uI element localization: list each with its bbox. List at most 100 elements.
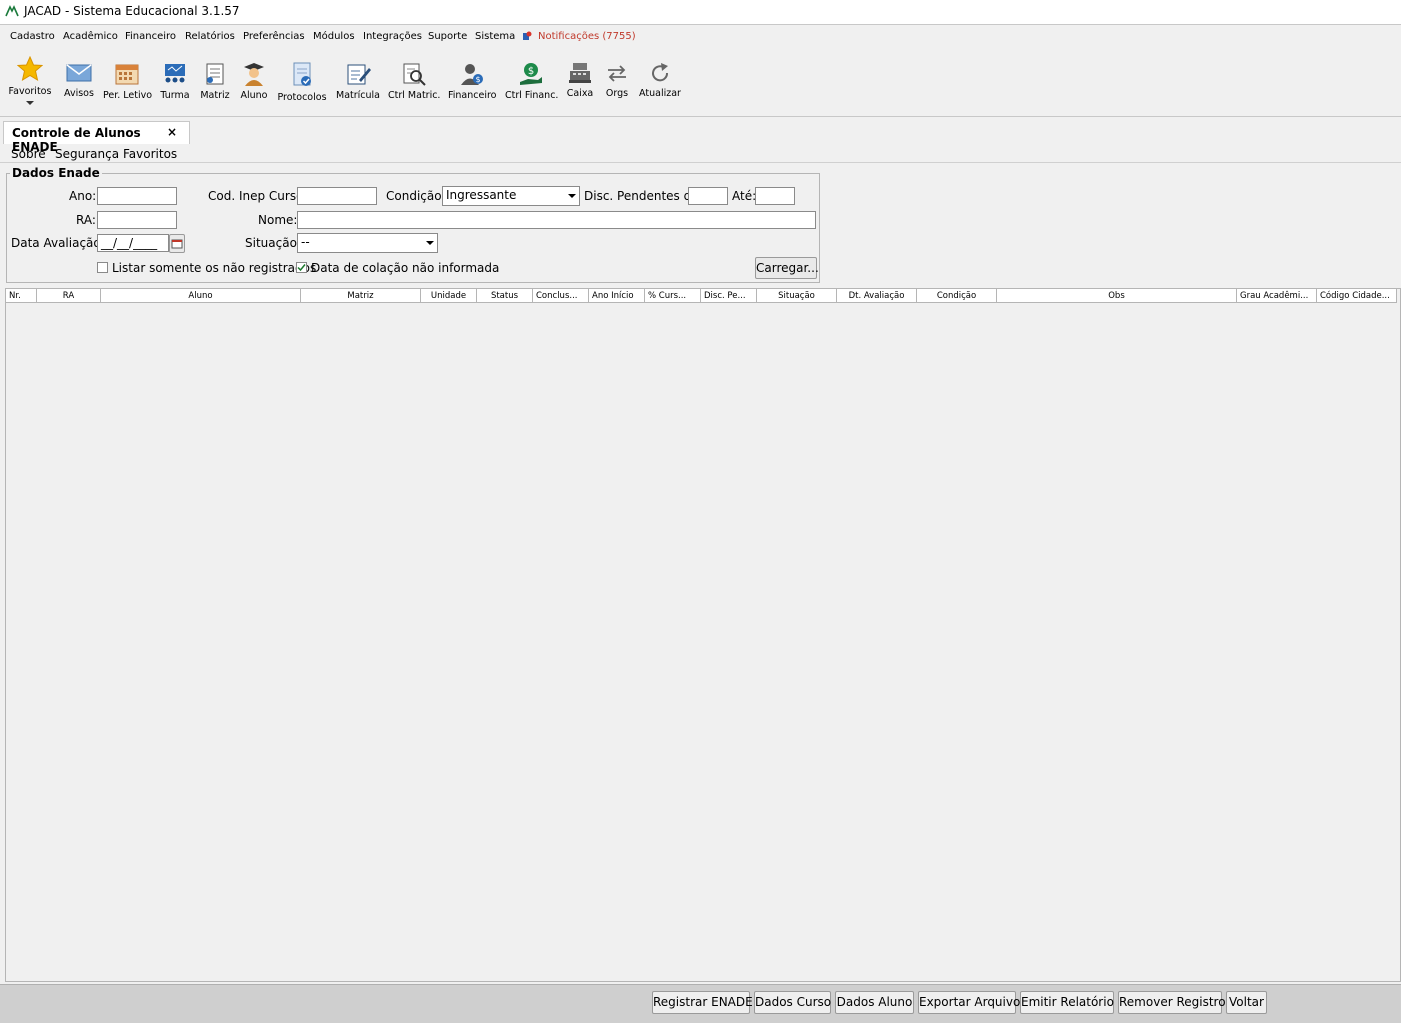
toolbar-ctrl-financ[interactable]: $ Ctrl Financ. [505, 62, 558, 101]
checkmark-icon [297, 264, 306, 272]
colacao-label: Data de colação não informada [311, 261, 500, 275]
ano-input[interactable] [97, 187, 177, 205]
ra-input[interactable] [97, 211, 177, 229]
data-avaliacao-input[interactable]: __/__/____ [97, 234, 169, 252]
exportar-arquivo-button[interactable]: Exportar Arquivo [918, 991, 1020, 1014]
nao-registrados-label: Listar somente os não registrados [112, 261, 317, 275]
menu-cadastro[interactable]: Cadastro [10, 31, 55, 42]
star-icon [17, 56, 43, 82]
menu-suporte[interactable]: Suporte [428, 31, 467, 42]
calendar-picker-button[interactable] [169, 234, 185, 253]
toolbar-protocolos[interactable]: Protocolos [276, 62, 328, 103]
menu-favoritos[interactable]: Favoritos [123, 147, 177, 161]
toolbar-per-letivo[interactable]: Per. Letivo [103, 62, 152, 101]
remover-registro-button[interactable]: Remover Registro [1118, 991, 1226, 1014]
voltar-button[interactable]: Voltar [1226, 991, 1267, 1014]
toolbar-ctrl-matric[interactable]: Ctrl Matric. [388, 62, 440, 101]
column-header-dt-avaliacao[interactable]: Dt. Avaliação [837, 289, 917, 303]
dados-curso-button[interactable]: Dados Curso [754, 991, 831, 1014]
toolbar-separator [0, 116, 1401, 117]
disc-pendentes-label: Disc. Pendentes de: [584, 189, 703, 203]
nome-label: Nome: [258, 213, 298, 227]
menu-sobre[interactable]: Sobre [11, 147, 46, 161]
column-header-condicao[interactable]: Condição [917, 289, 997, 303]
document-icon [206, 63, 224, 85]
column-header-matriz[interactable]: Matriz [301, 289, 421, 303]
student-icon [244, 63, 264, 86]
menu-sistema[interactable]: Sistema [475, 31, 515, 42]
toolbar-avisos[interactable]: Avisos [61, 62, 97, 99]
registrar-enade-button[interactable]: Registrar ENADE [652, 991, 753, 1014]
condicao-value: Ingressante [446, 188, 517, 202]
nome-input[interactable] [297, 211, 816, 229]
column-header-ra[interactable]: RA [37, 289, 101, 303]
menu-relatorios[interactable]: Relatórios [185, 31, 235, 42]
cod-inep-label: Cod. Inep Curso: [208, 189, 308, 203]
column-header-obs[interactable]: Obs [997, 289, 1237, 303]
column-header-grau-academico[interactable]: Grau Acadêmi... [1237, 289, 1317, 303]
ra-label: RA: [76, 213, 96, 227]
dados-enade-legend: Dados Enade [10, 166, 102, 180]
svg-text:$: $ [475, 75, 480, 84]
window-title: JACAD - Sistema Educacional 3.1.57 [24, 4, 240, 18]
envelope-icon [66, 64, 92, 82]
column-header-disc-pendentes[interactable]: Disc. Pe... [701, 289, 757, 303]
column-header-conclusao[interactable]: Conclus... [533, 289, 589, 303]
colacao-checkbox[interactable] [296, 262, 307, 273]
edit-form-icon [347, 64, 371, 85]
toolbar-favoritos[interactable]: Favoritos [8, 56, 52, 110]
protocol-icon [293, 62, 311, 86]
cash-register-icon [569, 63, 591, 83]
alunos-table[interactable] [5, 288, 1401, 982]
menu-financeiro[interactable]: Financeiro [125, 31, 176, 42]
toolbar-financeiro[interactable]: $ Financeiro [448, 62, 497, 101]
menu-integracoes[interactable]: Integrações [363, 31, 422, 42]
disc-pendentes-ate-input[interactable] [755, 187, 795, 205]
ano-label: Ano: [69, 189, 97, 203]
close-icon[interactable]: × [167, 125, 177, 139]
app-logo-icon [5, 5, 19, 17]
calendar-icon [171, 239, 183, 248]
situacao-select[interactable]: -- [297, 233, 438, 253]
title-bar: JACAD - Sistema Educacional 3.1.57 [0, 0, 1401, 25]
finance-person-icon: $ [461, 64, 483, 85]
dados-aluno-button[interactable]: Dados Aluno [835, 991, 914, 1014]
column-header-aluno[interactable]: Aluno [101, 289, 301, 303]
notification-icon[interactable] [522, 31, 532, 41]
menu-seguranca[interactable]: Segurança [55, 147, 119, 161]
dropdown-arrow-icon [426, 241, 434, 245]
column-header-situacao[interactable]: Situação [757, 289, 837, 303]
nao-registrados-checkbox[interactable] [97, 262, 108, 273]
svg-text:$: $ [528, 66, 534, 77]
ate-label: Até: [732, 189, 757, 203]
column-header-codigo-cidade[interactable]: Código Cidade... [1317, 289, 1397, 303]
column-header-unidade[interactable]: Unidade [421, 289, 477, 303]
column-header-percent-cursado[interactable]: % Curs... [645, 289, 701, 303]
toolbar-matricula[interactable]: Matrícula [336, 62, 380, 101]
toolbar-aluno[interactable]: Aluno [238, 62, 270, 101]
column-header-nr[interactable]: Nr. [6, 289, 37, 303]
emitir-relatorio-button[interactable]: Emitir Relatório [1020, 991, 1114, 1014]
disc-pendentes-de-input[interactable] [688, 187, 728, 205]
menu-notificacoes[interactable]: Notificações (7755) [538, 31, 636, 42]
toolbar-caixa[interactable]: Caixa [565, 62, 595, 99]
toolbar-atualizar[interactable]: Atualizar [638, 62, 682, 99]
search-document-icon [403, 63, 426, 86]
toolbar-orgs[interactable]: Orgs [602, 62, 632, 99]
condicao-select[interactable]: Ingressante [442, 186, 580, 206]
chevron-down-icon [26, 101, 34, 105]
money-hand-icon: $ [520, 63, 542, 85]
menu-preferencias[interactable]: Preferências [243, 31, 305, 42]
column-header-ano-inicio[interactable]: Ano Início [589, 289, 645, 303]
toolbar-matriz[interactable]: Matriz [198, 62, 232, 101]
carregar-button[interactable]: Carregar... [755, 257, 819, 279]
menu-academico[interactable]: Acadêmico [63, 31, 118, 42]
tab-controle-alunos-enade[interactable]: Controle de Alunos ENADE × [3, 121, 190, 154]
refresh-icon [652, 63, 669, 82]
condicao-label: Condição: [386, 189, 446, 203]
dropdown-arrow-icon [568, 194, 576, 198]
menu-modulos[interactable]: Módulos [313, 31, 355, 42]
cod-inep-input[interactable] [297, 187, 377, 205]
column-header-status[interactable]: Status [477, 289, 533, 303]
toolbar-turma[interactable]: Turma [158, 62, 192, 101]
